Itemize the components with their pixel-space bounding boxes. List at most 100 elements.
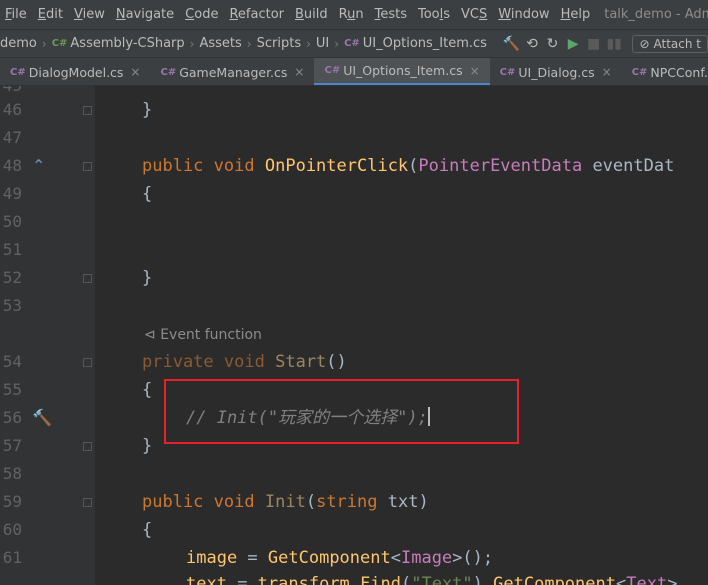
editor-tab[interactable]: C# UI_Dialog.cs × — [490, 58, 622, 85]
editor-tab-label: UI_Dialog.cs — [518, 64, 595, 80]
csharp-file-icon: C# — [10, 66, 26, 78]
chevron-right-icon: › — [334, 36, 340, 51]
fold-marker-icon[interactable] — [83, 442, 92, 451]
line-number: 50 — [2, 212, 22, 231]
editor-tab-label: NPCConf.cs — [650, 64, 708, 80]
code-text: { — [142, 380, 153, 400]
code-line[interactable]: 54 private void Start() — [0, 348, 708, 376]
implements-interface-icon[interactable]: ⌃ — [32, 152, 45, 180]
menu-item[interactable]: Help — [556, 0, 597, 29]
menu-item[interactable]: Window — [493, 0, 555, 29]
code-text: private void Start() — [142, 352, 347, 372]
menu-item[interactable]: Edit — [33, 0, 69, 29]
fold-marker-icon[interactable] — [83, 274, 92, 283]
breadcrumb-label: Assembly-CSharp — [70, 36, 185, 51]
csharp-file-icon: C# — [631, 66, 648, 78]
unity-event-icon: ⊲ — [144, 327, 156, 343]
code-text: { — [142, 520, 153, 540]
breadcrumb-label: UI_Options_Item.cs — [362, 36, 487, 51]
editor-tab[interactable]: C# UI_Options_Item.cs × — [314, 58, 490, 85]
csharp-project-icon: C# — [51, 38, 68, 49]
code-line[interactable]: 46 } — [0, 96, 708, 124]
line-number: 55 — [2, 380, 22, 399]
menu-item[interactable]: VCS — [456, 0, 493, 29]
breadcrumb-scripts[interactable]: Scripts — [257, 36, 301, 51]
code-text: } — [142, 436, 153, 456]
close-icon[interactable]: × — [130, 65, 140, 79]
code-line[interactable]: 53 — [0, 292, 708, 320]
breadcrumb-label: Assets — [199, 36, 242, 51]
line-number: 51 — [2, 240, 22, 259]
code-line[interactable]: text = transform.Find("Text").GetCompone… — [0, 570, 708, 585]
editor-tab-bar: C# DialogModel.cs × C# GameManager.cs × C# UI_O… — [0, 58, 708, 86]
code-line[interactable]: 59 public void Init(string txt) — [0, 488, 708, 516]
menu-item[interactable]: Code — [180, 0, 224, 29]
chevron-right-icon: › — [246, 36, 252, 51]
line-number: 52 — [2, 268, 22, 287]
breadcrumb-label: UI — [315, 36, 330, 51]
close-icon[interactable]: × — [294, 65, 304, 79]
menu-item[interactable]: Tools — [413, 0, 456, 29]
fold-marker-icon[interactable] — [83, 498, 92, 507]
editor-tab[interactable]: C#NPCConf.cs× — [622, 58, 708, 85]
breadcrumb-ui[interactable]: UI — [316, 36, 329, 51]
chevron-right-icon: › — [41, 36, 47, 51]
code-line[interactable]: 47 — [0, 124, 708, 152]
menu-item[interactable]: Tests — [370, 0, 413, 29]
fold-marker-icon[interactable] — [83, 162, 92, 171]
fold-marker-icon[interactable] — [83, 106, 92, 115]
code-text: { — [142, 184, 153, 204]
code-line[interactable]: 50 — [0, 208, 708, 236]
breadcrumb-project[interactable]: demo — [0, 36, 37, 51]
event-function-hint[interactable]: ⊲ Event function — [144, 321, 262, 349]
breadcrumb-file[interactable]: C# UI_Options_Item.cs — [344, 36, 487, 51]
breadcrumb-assets[interactable]: Assets — [199, 36, 241, 51]
code-vision-hint[interactable]: ⊲ Event function — [0, 321, 708, 349]
editor-tab[interactable]: C# DialogModel.cs × — [0, 58, 150, 85]
code-line[interactable]: 51 — [0, 236, 708, 264]
menu-item[interactable]: Navigate — [111, 0, 180, 29]
hammer-icon[interactable]: 🔨 — [32, 404, 52, 432]
code-line[interactable]: 61 image = GetComponent<Image>(); — [0, 544, 708, 572]
menu-item[interactable]: Run — [334, 0, 370, 29]
window-title: talk_demo - Admini — [604, 7, 708, 22]
breadcrumb-assembly[interactable]: C# Assembly-CSharp — [52, 36, 185, 51]
code-line[interactable]: 48 ⌃ public void OnPointerClick(PointerE… — [0, 152, 708, 180]
menu-item[interactable]: Refactor — [224, 0, 290, 29]
line-number: 57 — [2, 436, 22, 455]
line-number: 59 — [2, 492, 22, 511]
code-line[interactable]: 60 { — [0, 516, 708, 544]
unity-attach-icon[interactable]: ⟲ — [522, 36, 543, 52]
menu-item[interactable]: View — [69, 0, 111, 29]
line-number: 58 — [2, 464, 22, 483]
code-line[interactable]: 52 } — [0, 264, 708, 292]
code-text: } — [142, 100, 153, 120]
chevron-right-icon: › — [306, 36, 311, 51]
line-number: 53 — [2, 296, 22, 315]
hammer-icon[interactable]: 🔨 — [501, 36, 522, 52]
refresh-icon[interactable]: ↻ — [542, 36, 563, 52]
close-icon[interactable]: × — [470, 64, 480, 78]
code-line[interactable]: 58 — [0, 460, 708, 488]
red-highlight-box — [164, 379, 519, 444]
code-text: public void OnPointerClick(PointerEventD… — [142, 156, 675, 176]
csharp-file-icon: C# — [499, 66, 516, 78]
line-number: 61 — [2, 548, 22, 567]
attach-button[interactable]: ⊘ Attach t — [632, 34, 708, 53]
menu-item[interactable]: Build — [290, 0, 334, 29]
code-line[interactable]: 49 { — [0, 180, 708, 208]
run-icon[interactable]: ▶ — [563, 36, 584, 52]
csharp-file-icon: C# — [324, 65, 341, 76]
editor-tab-label: GameManager.cs — [179, 64, 288, 80]
stop-icon[interactable]: ■ — [583, 36, 604, 52]
chevron-right-icon: › — [189, 36, 195, 51]
breadcrumb-label: Scripts — [256, 36, 302, 51]
editor-tab[interactable]: C# GameManager.cs × — [150, 58, 314, 85]
code-text: image = GetComponent<Image>(); — [186, 548, 494, 568]
menu-item[interactable]: File — [0, 0, 33, 29]
pause-icon[interactable]: ▮▮ — [604, 36, 625, 52]
code-editor[interactable]: 45 46 } 47 48 ⌃ public void OnPointerCli… — [0, 86, 708, 585]
line-number: 56 — [2, 408, 22, 427]
fold-marker-icon[interactable] — [83, 358, 92, 367]
close-icon[interactable]: × — [602, 65, 612, 79]
